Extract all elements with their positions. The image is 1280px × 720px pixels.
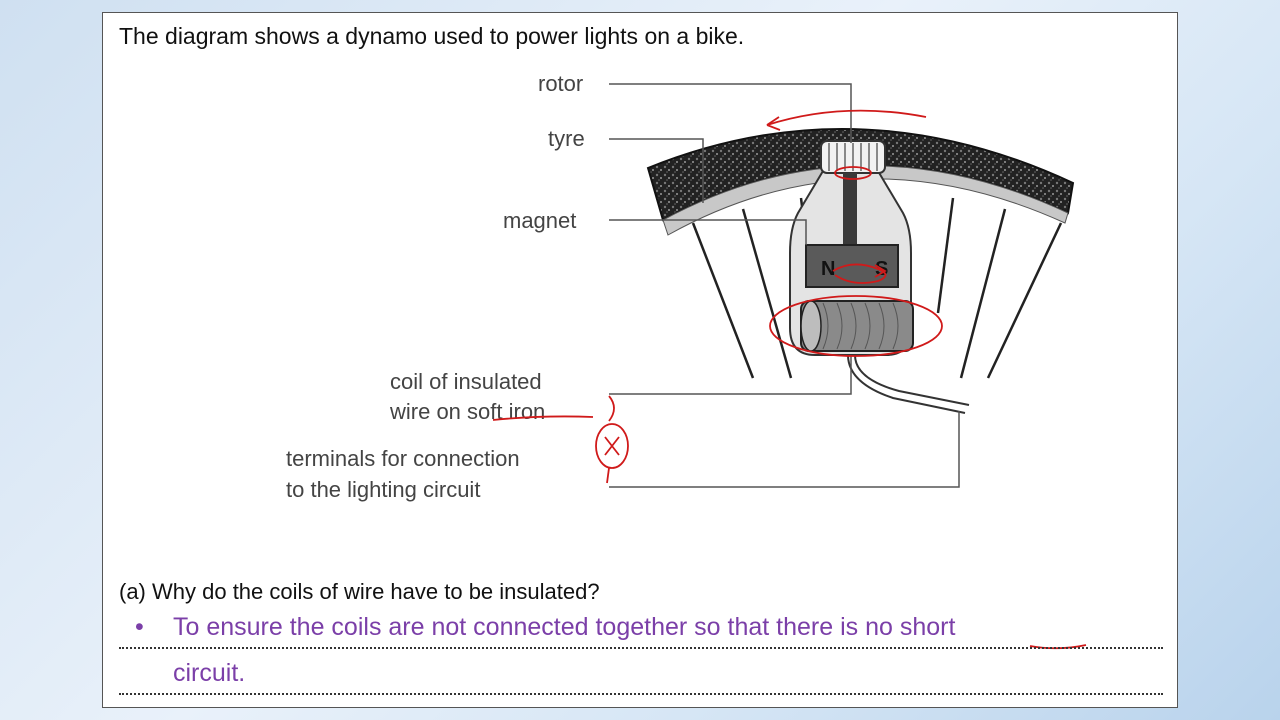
answer-text-part1: To ensure the coils are not connected to… [173,613,900,641]
answer-word-short: short [899,613,956,641]
question-part-a: (a) Why do the coils of wire have to be … [119,579,600,604]
answer-bullet: • [135,613,144,641]
label-tyre: tyre [548,126,585,151]
short-underline-annotation [1029,644,1087,650]
answer-dotted-line-1 [119,647,1163,649]
label-terminals-line2: to the lighting circuit [286,477,480,502]
answer-dotted-line-2 [119,693,1163,695]
label-rotor: rotor [538,71,583,96]
label-coil-line2: wire on soft iron [389,399,545,424]
dynamo-diagram: N S rotor tyre magnet coil of insulated … [286,71,1075,502]
label-magnet: magnet [503,208,576,233]
magnet-north-label: N [821,258,835,280]
label-coil-line1: coil of insulated [390,369,542,394]
label-terminals-line1: terminals for connection [286,446,520,471]
answer-line-2: circuit. [173,659,246,687]
answer-line-1: • To ensure the coils are not connected t… [135,613,955,642]
rotation-arrow [766,109,927,126]
worksheet-slide: The diagram shows a dynamo used to power… [102,12,1178,708]
